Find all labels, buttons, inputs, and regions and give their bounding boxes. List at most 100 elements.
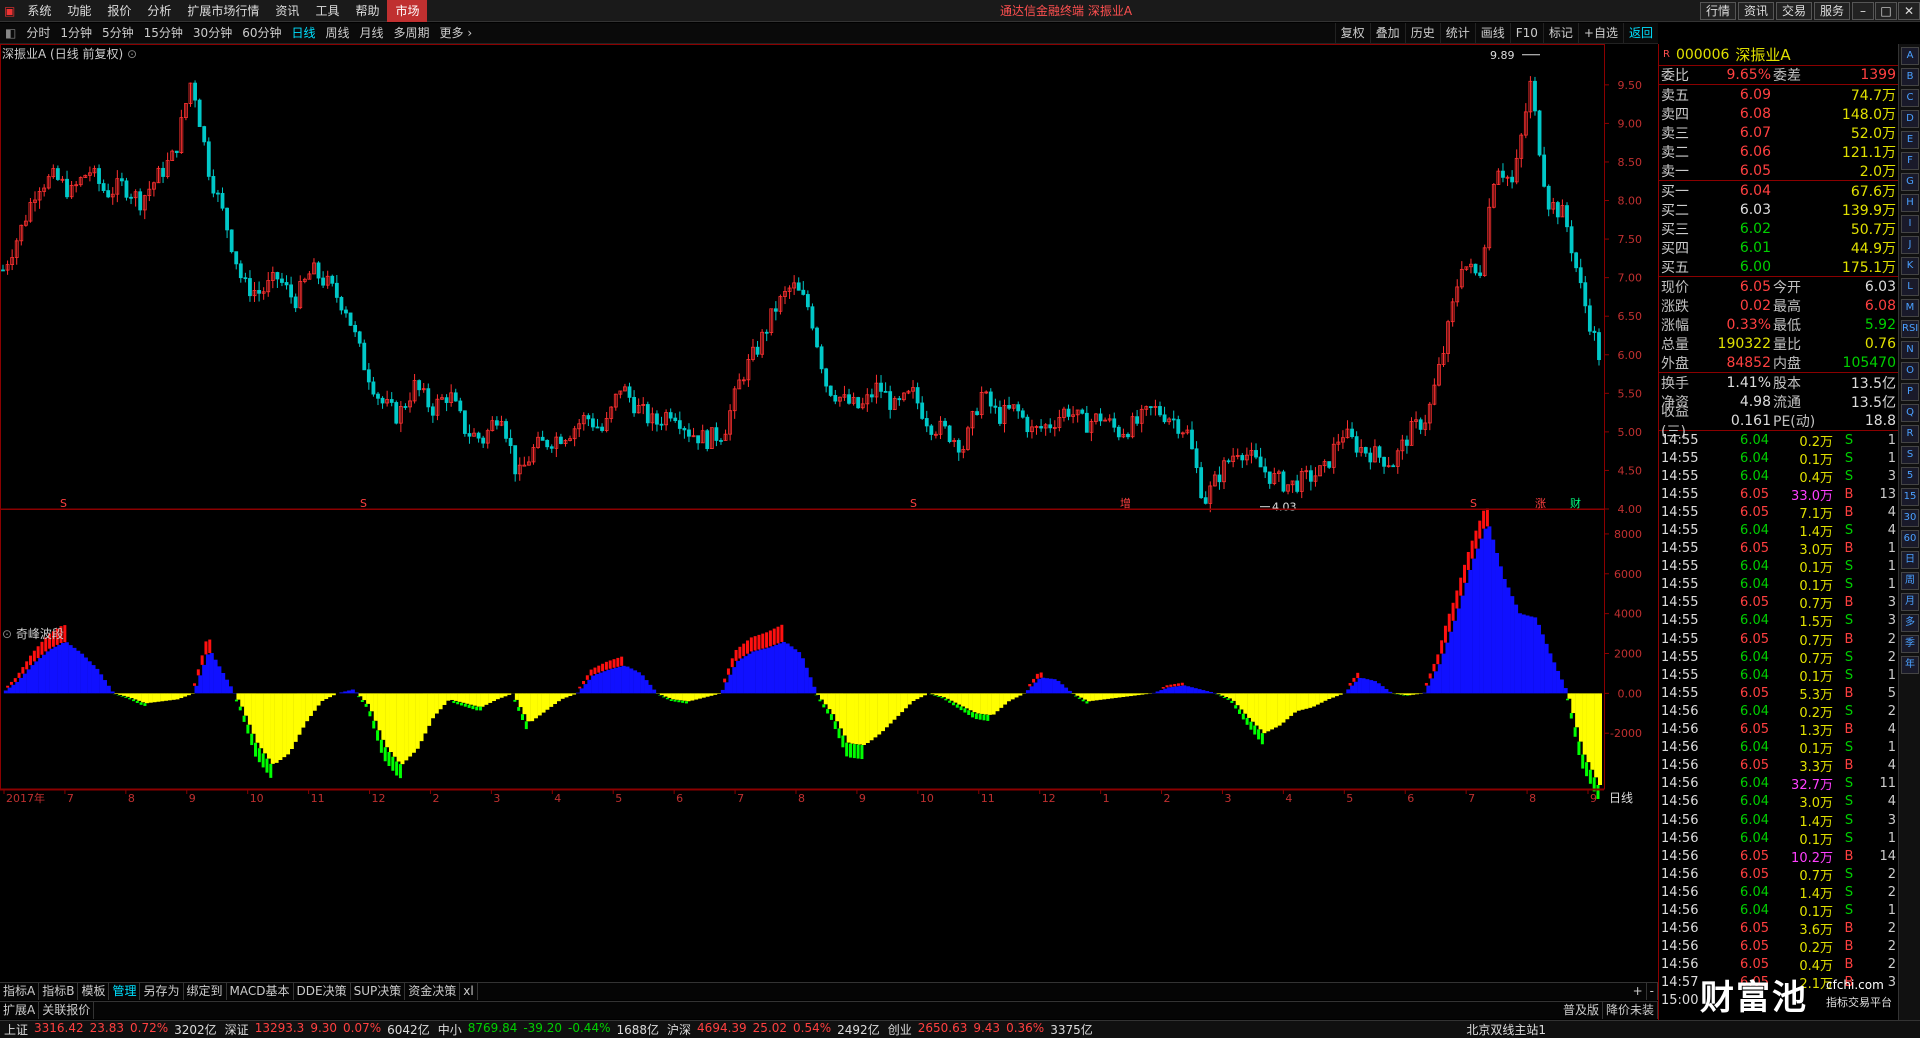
period-more[interactable]: 更多 › bbox=[435, 23, 478, 43]
period-5min[interactable]: 5分钟 bbox=[97, 23, 139, 43]
top-btn-market[interactable]: 行情 bbox=[1700, 2, 1737, 20]
tool-back[interactable]: 返回 bbox=[1622, 23, 1658, 43]
side-tool-icon[interactable]: 日 bbox=[1901, 551, 1919, 569]
menu-ext-market[interactable]: 扩展市场行情 bbox=[179, 0, 267, 22]
side-tool-icon[interactable]: P bbox=[1901, 383, 1919, 401]
period-30min[interactable]: 30分钟 bbox=[188, 23, 237, 43]
side-tool-icon[interactable]: B bbox=[1901, 68, 1919, 86]
tab-template[interactable]: 模板 bbox=[78, 983, 110, 1000]
menu-market[interactable]: 市场 bbox=[387, 0, 428, 22]
tab-dde[interactable]: DDE决策 bbox=[294, 983, 351, 1000]
side-tool-icon[interactable]: 月 bbox=[1901, 593, 1919, 611]
server-label[interactable]: 北京双线主站1 bbox=[1462, 1021, 1550, 1038]
period-60min[interactable]: 60分钟 bbox=[237, 23, 286, 43]
tool-history[interactable]: 历史 bbox=[1404, 23, 1440, 43]
event-mark[interactable]: 财 bbox=[1570, 496, 1581, 510]
tab-manage[interactable]: 管理 bbox=[109, 983, 141, 1000]
tab-save-as[interactable]: 另存为 bbox=[140, 983, 184, 1000]
tab-related-quote[interactable]: 关联报价 bbox=[39, 1002, 95, 1019]
menu-news[interactable]: 资讯 bbox=[267, 0, 307, 22]
side-tool-icon[interactable]: C bbox=[1901, 89, 1919, 107]
side-tool-icon[interactable]: RSI bbox=[1901, 320, 1919, 338]
menu-analysis[interactable]: 分析 bbox=[139, 0, 179, 22]
period-monthly[interactable]: 月线 bbox=[355, 23, 389, 43]
side-tool-icon[interactable]: N bbox=[1901, 341, 1919, 359]
menu-help[interactable]: 帮助 bbox=[347, 0, 387, 22]
index-1[interactable]: 深证 13293.3 9.30 0.07% 6042亿 bbox=[221, 1021, 434, 1038]
tab-sup[interactable]: SUP决策 bbox=[351, 983, 406, 1000]
side-tool-icon[interactable]: Q bbox=[1901, 404, 1919, 422]
index-2[interactable]: 中小 8769.84 -39.20 -0.44% 1688亿 bbox=[434, 1021, 663, 1038]
side-tool-icon[interactable]: 15 bbox=[1901, 488, 1919, 506]
top-btn-trade[interactable]: 交易 bbox=[1776, 2, 1813, 20]
index-3[interactable]: 沪深 4694.39 25.02 0.54% 2492亿 bbox=[663, 1021, 884, 1038]
settings-circle-icon[interactable]: ⊙ bbox=[127, 47, 137, 61]
maximize-icon[interactable]: □ bbox=[1875, 2, 1897, 20]
chart-area[interactable]: 9.89 4.03 S S S 增 S 涨 财 4.00 4.50 5.00 5.50 6.00 6.50… bbox=[0, 44, 1658, 982]
menu-system[interactable]: 系统 bbox=[19, 0, 59, 22]
tool-add-watch[interactable]: +自选 bbox=[1577, 23, 1623, 43]
side-tool-icon[interactable]: G bbox=[1901, 173, 1919, 191]
period-daily[interactable]: 日线 bbox=[286, 23, 320, 43]
period-weekly[interactable]: 周线 bbox=[321, 23, 355, 43]
event-mark[interactable]: 增 bbox=[1120, 496, 1131, 510]
top-btn-news[interactable]: 资讯 bbox=[1738, 2, 1775, 20]
side-tool-icon[interactable]: 季 bbox=[1901, 635, 1919, 653]
side-tool-icon[interactable]: 30 bbox=[1901, 509, 1919, 527]
tool-f10[interactable]: F10 bbox=[1509, 23, 1543, 43]
side-tool-icon[interactable]: 年 bbox=[1901, 656, 1919, 674]
side-tool-icon[interactable]: O bbox=[1901, 362, 1919, 380]
app-logo-icon[interactable]: ▣ bbox=[0, 0, 19, 22]
event-mark[interactable]: S bbox=[910, 497, 917, 510]
side-tool-icon[interactable]: H bbox=[1901, 194, 1919, 212]
side-tool-icon[interactable]: 周 bbox=[1901, 572, 1919, 590]
index-0[interactable]: 上证 3316.42 23.83 0.72% 3202亿 bbox=[0, 1021, 221, 1038]
top-btn-service[interactable]: 服务 bbox=[1814, 2, 1851, 20]
tool-mark[interactable]: 标记 bbox=[1542, 23, 1578, 43]
side-tool-icon[interactable]: 多 bbox=[1901, 614, 1919, 632]
tab-macd[interactable]: MACD基本 bbox=[227, 983, 294, 1000]
side-tool-icon[interactable]: L bbox=[1901, 278, 1919, 296]
tab-indicator-a[interactable]: 指标A bbox=[0, 983, 40, 1000]
minimize-icon[interactable]: – bbox=[1852, 2, 1874, 20]
tab-bind-to[interactable]: 绑定到 bbox=[184, 983, 227, 1000]
tab-indicator-b[interactable]: 指标B bbox=[39, 983, 79, 1000]
menu-function[interactable]: 功能 bbox=[59, 0, 99, 22]
side-tool-icon[interactable]: M bbox=[1901, 299, 1919, 317]
tool-fuquan[interactable]: 复权 bbox=[1334, 23, 1370, 43]
zoom-out-button[interactable]: - bbox=[1647, 983, 1658, 1000]
event-mark[interactable]: S bbox=[360, 497, 367, 510]
side-tool-icon[interactable]: 5 bbox=[1901, 467, 1919, 485]
layout-icon[interactable]: ◧ bbox=[0, 23, 21, 43]
side-tool-icon[interactable]: I bbox=[1901, 215, 1919, 233]
tab-xl[interactable]: xl bbox=[460, 983, 478, 1000]
side-tool-icon[interactable]: J bbox=[1901, 236, 1919, 254]
indicator-settings-icon[interactable]: ⊙ bbox=[2, 627, 12, 641]
tab-fund[interactable]: 资金决策 bbox=[405, 983, 461, 1000]
index-4[interactable]: 创业 2650.63 9.43 0.36% 3375亿 bbox=[884, 1021, 1097, 1038]
side-tool-icon[interactable]: 60 bbox=[1901, 530, 1919, 548]
period-multi[interactable]: 多周期 bbox=[389, 23, 435, 43]
tool-stats[interactable]: 统计 bbox=[1439, 23, 1475, 43]
period-fenshi[interactable]: 分时 bbox=[21, 23, 55, 43]
side-tool-icon[interactable]: K bbox=[1901, 257, 1919, 275]
close-icon[interactable]: ✕ bbox=[1898, 2, 1920, 20]
menu-quote[interactable]: 报价 bbox=[99, 0, 139, 22]
tool-overlay[interactable]: 叠加 bbox=[1369, 23, 1405, 43]
event-mark[interactable]: 涨 bbox=[1535, 497, 1546, 510]
zoom-in-button[interactable]: + bbox=[1630, 983, 1647, 1000]
event-mark[interactable]: S bbox=[60, 497, 67, 510]
side-tool-icon[interactable]: R bbox=[1901, 425, 1919, 443]
trade-ticks[interactable]: 14:55 6.04 0.2万 S 1 14:55 6.04 0.1万 S 1 14:55 6.04 0… bbox=[1659, 431, 1898, 1010]
tool-draw[interactable]: 画线 bbox=[1474, 23, 1510, 43]
side-tool-icon[interactable]: D bbox=[1901, 110, 1919, 128]
side-tool-icon[interactable]: E bbox=[1901, 131, 1919, 149]
side-tool-icon[interactable]: F bbox=[1901, 152, 1919, 170]
period-15min[interactable]: 15分钟 bbox=[139, 23, 188, 43]
period-1min[interactable]: 1分钟 bbox=[55, 23, 97, 43]
event-mark[interactable]: S bbox=[1470, 497, 1477, 510]
side-tool-icon[interactable]: A bbox=[1901, 47, 1919, 65]
side-tool-icon[interactable]: S bbox=[1901, 446, 1919, 464]
tab-ext-a[interactable]: 扩展A bbox=[0, 1002, 40, 1019]
menu-tools[interactable]: 工具 bbox=[307, 0, 347, 22]
